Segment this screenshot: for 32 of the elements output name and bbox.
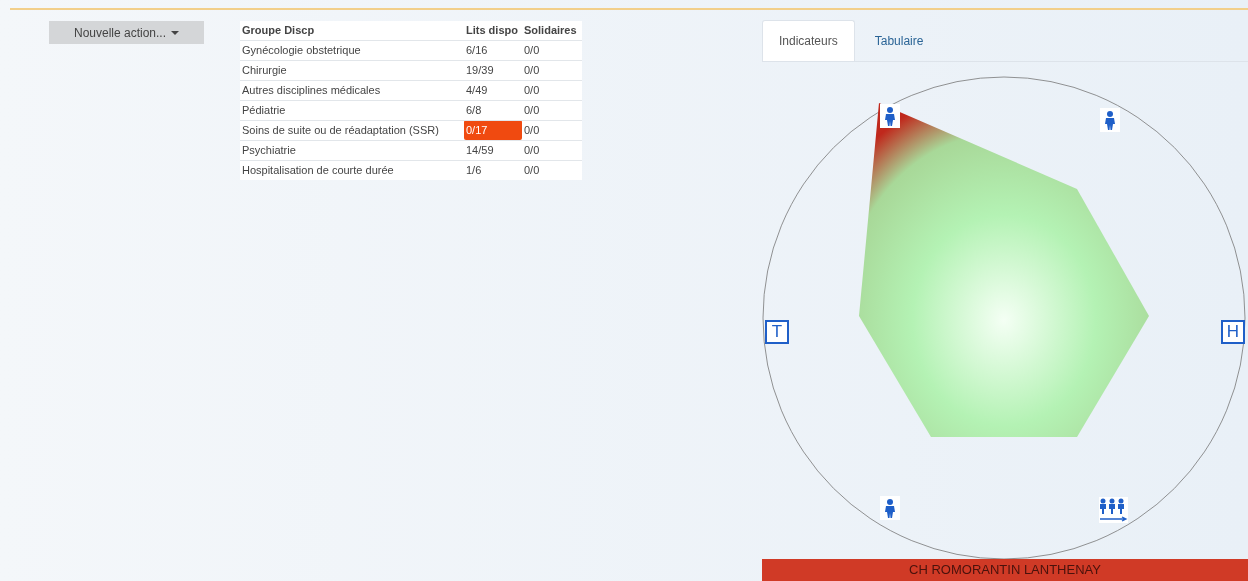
table-cell: 1/6 [464,160,522,180]
h-square-icon: H [1221,320,1245,344]
table-cell: 0/0 [522,100,582,120]
hospital-name: CH ROMORANTIN LANTHENAY [909,561,1101,580]
tab[interactable]: Indicateurs [762,20,855,61]
table-cell: Pédiatrie [240,100,464,120]
table-cell: 0/0 [522,140,582,160]
table-cell: 0/0 [522,120,582,140]
table-cell: 14/59 [464,140,522,160]
column-header: Solidaires [522,21,582,40]
table-cell: Gynécologie obstetrique [240,40,464,60]
table-cell: 6/16 [464,40,522,60]
table-cell: Chirurgie [240,60,464,80]
caret-icon [171,30,180,35]
table-cell: 4/49 [464,80,522,100]
table-cell: 0/17 [464,120,522,140]
table-cell: 0/0 [522,60,582,80]
column-header: Groupe Discp [240,21,464,40]
table-cell: 6/8 [464,100,522,120]
child-figure-icon [880,104,900,128]
table-cell: 0/0 [522,40,582,60]
table-cell: Hospitalisation de courte durée [240,160,464,180]
table-cell: 19/39 [464,60,522,80]
table-cell: 0/0 [522,160,582,180]
column-header: Lits dispo [464,21,522,40]
t-square-icon: T [765,320,789,344]
table-cell: Soins de suite ou de réadaptation (SSR) [240,120,464,140]
new-action-button[interactable]: Nouvelle action... [49,21,204,44]
tab[interactable]: Tabulaire [854,20,944,61]
table-cell: 0/0 [522,80,582,100]
table-cell: Psychiatrie [240,140,464,160]
table-cell: Autres disciplines médicales [240,80,464,100]
